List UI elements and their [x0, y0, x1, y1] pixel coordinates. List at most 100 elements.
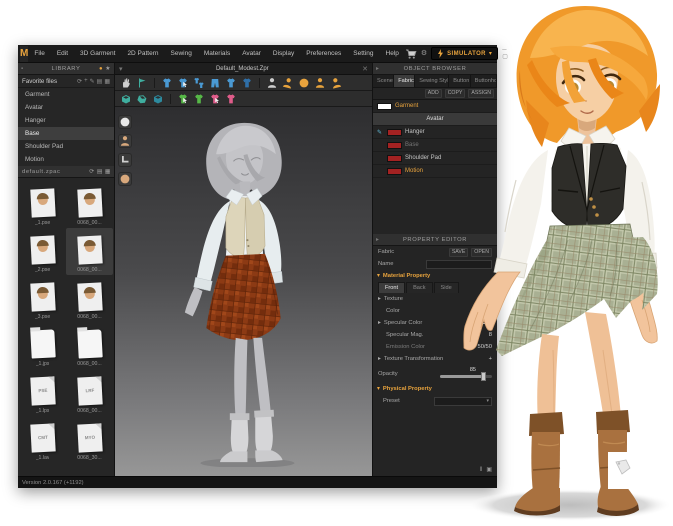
file-item[interactable]: _1.pse [19, 181, 66, 228]
library-dot-icon: ● [99, 66, 103, 72]
library-item-garment[interactable]: Garment [18, 88, 114, 101]
fabric-swatch-red[interactable] [387, 129, 402, 136]
library-item-avatar[interactable]: Avatar [18, 101, 114, 114]
doc-close-icon[interactable]: ✕ [362, 65, 372, 73]
menu-preferences[interactable]: Preferences [300, 50, 347, 57]
row-caret-icon[interactable]: ▸ [378, 356, 381, 362]
file-item[interactable]: _2.pse [19, 228, 66, 275]
file-thumb-icon: LRF [77, 376, 102, 405]
pe-caret-icon[interactable]: ▸ [376, 237, 380, 243]
shirt-pink-icon[interactable] [224, 92, 238, 106]
garment-solid-icon[interactable] [240, 76, 254, 90]
avatar-ball-icon[interactable] [297, 76, 311, 90]
garment-pair-icon[interactable] [192, 76, 206, 90]
menu-2d-pattern[interactable]: 2D Pattern [121, 50, 164, 57]
library-star-icon[interactable]: ★ [105, 66, 111, 72]
file-item[interactable]: CMT_1.lav [19, 416, 66, 463]
file-grid: _1.pse 0068_00... _2.pse 0068_00... _3.p… [18, 178, 114, 476]
garment-shorts-icon[interactable] [208, 76, 222, 90]
file-item[interactable]: 0068_00... [66, 275, 113, 322]
ob-caret-icon[interactable]: ▸ [376, 66, 380, 72]
shirt-green-icon[interactable] [192, 92, 206, 106]
menu-sewing[interactable]: Sewing [165, 50, 198, 57]
fabric-swatch-white[interactable] [377, 103, 392, 110]
menu-avatar[interactable]: Avatar [236, 50, 267, 57]
avatar-walk-icon[interactable] [329, 76, 343, 90]
avatar-head-icon[interactable] [118, 134, 132, 148]
menu-3d-garment[interactable]: 3D Garment [74, 50, 121, 57]
file-item[interactable]: _3.pse [19, 275, 66, 322]
menu-file[interactable]: File [28, 50, 50, 57]
library-panel: ▪ LIBRARY ●★ Favorite files ⟳ + ✎ ▤ ▦ Ga… [18, 63, 115, 476]
file-item[interactable]: PSE_1.lps [19, 369, 66, 416]
toolbar-row-2 [115, 91, 372, 107]
hand-icon[interactable] [119, 76, 133, 90]
files-list-view-icon[interactable]: ▤ [97, 169, 103, 175]
document-title[interactable]: Default_Modest.Zpr [123, 66, 363, 72]
favorites-list-icon[interactable]: ▤ [97, 78, 103, 85]
garment-shirt-icon[interactable] [224, 76, 238, 90]
ground-shadow [468, 489, 672, 521]
avatar-show-icon[interactable] [265, 76, 279, 90]
fabric-swatch-red[interactable] [387, 142, 402, 149]
garment-pin-icon[interactable] [176, 76, 190, 90]
doc-caret-icon[interactable]: ▾ [115, 65, 123, 73]
favorites-edit-icon[interactable]: ✎ [90, 78, 95, 85]
sphere-white-icon[interactable] [118, 115, 132, 129]
fabric-swatch-red[interactable] [387, 168, 402, 175]
cube-teal-1-icon[interactable] [119, 92, 133, 106]
divider [170, 94, 171, 104]
library-item-hanger[interactable]: Hanger [18, 114, 114, 127]
menu-setting[interactable]: Setting [347, 50, 379, 57]
row-caret-icon[interactable]: ▸ [378, 296, 381, 302]
tab-fabric[interactable]: Fabric [394, 75, 415, 87]
pin-icon[interactable] [135, 76, 149, 90]
avatar-thumb-icon [77, 282, 102, 311]
favorites-add-icon[interactable]: + [84, 78, 88, 85]
shirt-pink-cursor-icon[interactable] [208, 92, 222, 106]
divider [154, 78, 155, 88]
folder-thumb-icon [30, 329, 55, 358]
character-render [420, 0, 673, 526]
corner-tool-icon[interactable] [118, 153, 132, 167]
cube-teal-3-icon[interactable] [151, 92, 165, 106]
library-header: ▪ LIBRARY ●★ [18, 63, 114, 75]
favorites-grid-icon[interactable]: ▦ [104, 78, 110, 85]
menu-display[interactable]: Display [267, 50, 300, 57]
library-item-base[interactable]: Base [18, 127, 114, 140]
garment-fold-icon[interactable] [160, 76, 174, 90]
file-item[interactable]: _1.jps [19, 322, 66, 369]
tab-front[interactable]: Front [378, 282, 405, 293]
file-item[interactable]: LRF0068_00... [66, 369, 113, 416]
sphere-tan-icon[interactable] [118, 172, 132, 186]
folder-thumb-icon [77, 329, 102, 358]
shirt-green-cursor-icon[interactable] [176, 92, 190, 106]
file-item[interactable]: MYO0068_30... [66, 416, 113, 463]
menu-materials[interactable]: Materials [198, 50, 236, 57]
library-item-shoulder-pad[interactable]: Shoulder Pad [18, 140, 114, 153]
favorites-refresh-icon[interactable]: ⟳ [77, 78, 82, 85]
avatar-run-icon[interactable] [281, 76, 295, 90]
fabric-swatch-red[interactable] [387, 155, 402, 162]
avatar-pose-icon[interactable] [313, 76, 327, 90]
file-thumb-icon: PSE [30, 376, 55, 405]
viewport-column: ▾ Default_Modest.Zpr ✕ [115, 63, 372, 476]
file-thumb-icon: CMT [30, 423, 55, 452]
document-tab-bar: ▾ Default_Modest.Zpr ✕ [115, 63, 372, 75]
file-item-selected[interactable]: 0068_00... [66, 228, 113, 275]
file-item[interactable]: 0068_00... [66, 181, 113, 228]
file-thumb-icon: MYO [77, 423, 102, 452]
cube-teal-2-icon[interactable] [135, 92, 149, 106]
cart-icon[interactable] [405, 48, 417, 60]
files-refresh-icon[interactable]: ⟳ [89, 169, 94, 175]
file-item[interactable]: 0068_00... [66, 322, 113, 369]
library-item-motion[interactable]: Motion [18, 153, 114, 166]
library-collapse-icon[interactable]: ▪ [21, 66, 24, 72]
tab-scene[interactable]: Scene [373, 75, 394, 87]
viewport-3d[interactable] [115, 107, 372, 476]
menu-edit[interactable]: Edit [51, 50, 74, 57]
row-caret-icon[interactable]: ▸ [378, 320, 381, 326]
menu-help[interactable]: Help [380, 50, 405, 57]
edit-pen-icon[interactable]: ✎ [377, 129, 384, 136]
files-grid-view-icon[interactable]: ▦ [105, 169, 111, 175]
